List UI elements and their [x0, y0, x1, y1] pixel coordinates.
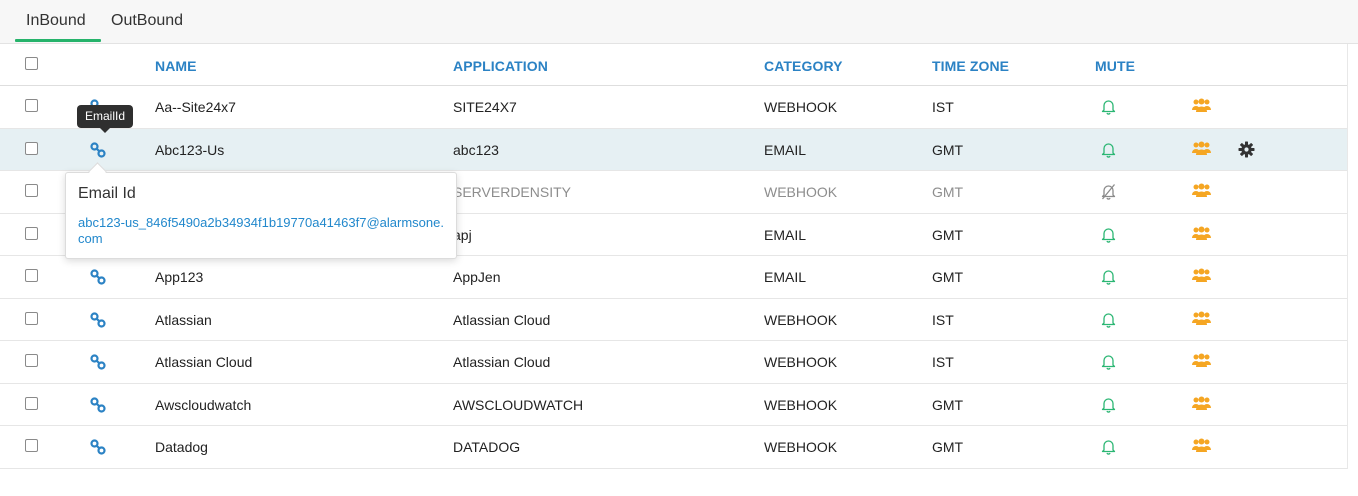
row-checkbox[interactable]: [25, 311, 38, 325]
row-checkbox[interactable]: [25, 439, 38, 452]
gear-icon[interactable]: [1238, 141, 1255, 158]
table-row[interactable]: Datadog DATADOG WEBHOOK GMT: [0, 426, 1347, 469]
row-category: WEBHOOK: [764, 311, 838, 328]
row-timezone: IST: [932, 354, 954, 370]
row-name: App123: [155, 269, 204, 285]
tooltip-arrow: [100, 128, 110, 133]
link-icon[interactable]: [89, 353, 107, 371]
row-timezone: GMT: [932, 141, 964, 158]
row-category: WEBHOOK: [764, 396, 838, 413]
row-checkbox[interactable]: [25, 396, 38, 410]
column-header-application[interactable]: APPLICATION: [453, 58, 548, 74]
column-header-timezone[interactable]: TIME ZONE: [932, 58, 1009, 74]
row-timezone: IST: [932, 99, 954, 115]
row-application: abc123: [453, 141, 499, 158]
column-header-name[interactable]: NAME: [155, 58, 197, 74]
bell-icon[interactable]: [1101, 98, 1116, 115]
row-timezone: GMT: [932, 396, 964, 413]
row-category: WEBHOOK: [764, 99, 838, 115]
table-header: NAME APPLICATION CATEGORY TIME ZONE MUTE: [0, 44, 1347, 86]
row-application: SERVERDENSITY: [453, 184, 571, 200]
bell-icon[interactable]: [1101, 353, 1116, 370]
row-checkbox[interactable]: [25, 184, 38, 197]
row-category: EMAIL: [764, 141, 807, 158]
column-header-mute[interactable]: MUTE: [1095, 58, 1135, 74]
row-timezone: GMT: [932, 226, 964, 243]
user-group-icon: [1192, 226, 1211, 241]
row-checkbox[interactable]: [25, 99, 38, 112]
row-application: AWSCLOUDWATCH: [453, 396, 584, 413]
popover-title: Email Id: [78, 185, 136, 202]
link-icon[interactable]: [89, 141, 107, 159]
table-row[interactable]: Atlassian Atlassian Cloud WEBHOOK IST: [0, 298, 1347, 341]
row-category: WEBHOOK: [764, 354, 838, 370]
column-header-category[interactable]: CATEGORY: [764, 58, 843, 74]
row-timezone: GMT: [932, 439, 964, 455]
tab-bar: InBound OutBound: [0, 0, 1358, 44]
link-icon[interactable]: [89, 268, 107, 286]
bell-icon[interactable]: [1101, 311, 1116, 328]
row-checkbox[interactable]: [25, 226, 38, 240]
row-name: Abc123-Us: [155, 141, 225, 158]
bell-icon[interactable]: [1101, 141, 1116, 158]
table-row[interactable]: App123 AppJen EMAIL GMT: [0, 256, 1347, 299]
row-checkbox[interactable]: [25, 269, 38, 282]
link-icon[interactable]: [89, 438, 107, 456]
row-name: Atlassian: [155, 311, 212, 328]
row-timezone: IST: [932, 311, 954, 328]
link-icon[interactable]: [89, 396, 107, 414]
bell-icon[interactable]: [1101, 438, 1116, 455]
row-application: SITE24X7: [453, 99, 517, 115]
row-timezone: GMT: [932, 184, 964, 200]
table-row[interactable]: Awscloudwatch AWSCLOUDWATCH WEBHOOK GMT: [0, 383, 1347, 426]
row-application: DATADOG: [453, 439, 521, 455]
bell-icon[interactable]: [1101, 226, 1116, 243]
tab-outbound[interactable]: OutBound: [111, 12, 183, 30]
user-group-icon: [1192, 98, 1211, 113]
row-checkbox[interactable]: [25, 141, 38, 155]
link-icon[interactable]: [89, 311, 107, 329]
user-group-icon: [1192, 438, 1211, 453]
user-group-icon: [1192, 353, 1211, 368]
tab-inbound[interactable]: InBound: [26, 12, 86, 30]
user-group-icon: [1192, 396, 1211, 411]
bell-slash-icon[interactable]: [1101, 183, 1116, 200]
user-group-icon: [1192, 141, 1211, 156]
table-row[interactable]: Aa--Site24x7 SITE24X7 WEBHOOK IST: [0, 86, 1347, 129]
active-tab-indicator: [15, 39, 101, 42]
row-category: EMAIL: [764, 269, 807, 285]
row-category: EMAIL: [764, 226, 807, 243]
popover-email-link[interactable]: abc123-us_846f5490a2b34934f1b19770a41463…: [78, 215, 450, 247]
emailid-tooltip: EmailId: [77, 105, 133, 128]
table-row[interactable]: Atlassian Cloud Atlassian Cloud WEBHOOK …: [0, 341, 1347, 384]
row-application: AppJen: [453, 269, 501, 285]
user-group-icon: [1192, 268, 1211, 283]
user-group-icon: [1192, 183, 1211, 198]
table-row[interactable]: Abc123-Us abc123 EMAIL GMT: [0, 128, 1347, 171]
select-all-checkbox[interactable]: [25, 57, 38, 70]
bell-icon[interactable]: [1101, 268, 1116, 285]
row-name: Atlassian Cloud: [155, 354, 253, 370]
bell-icon[interactable]: [1101, 396, 1116, 413]
row-category: WEBHOOK: [764, 439, 838, 455]
row-name: Datadog: [155, 439, 208, 455]
row-application: Atlassian Cloud: [453, 354, 551, 370]
row-timezone: GMT: [932, 269, 964, 285]
row-application: Atlassian Cloud: [453, 311, 551, 328]
email-id-popover: Email Id abc123-us_846f5490a2b34934f1b19…: [65, 172, 457, 259]
row-name: Awscloudwatch: [155, 396, 252, 413]
row-name: Aa--Site24x7: [155, 99, 236, 115]
user-group-icon: [1192, 311, 1211, 326]
row-checkbox[interactable]: [25, 354, 38, 367]
row-category: WEBHOOK: [764, 184, 838, 200]
